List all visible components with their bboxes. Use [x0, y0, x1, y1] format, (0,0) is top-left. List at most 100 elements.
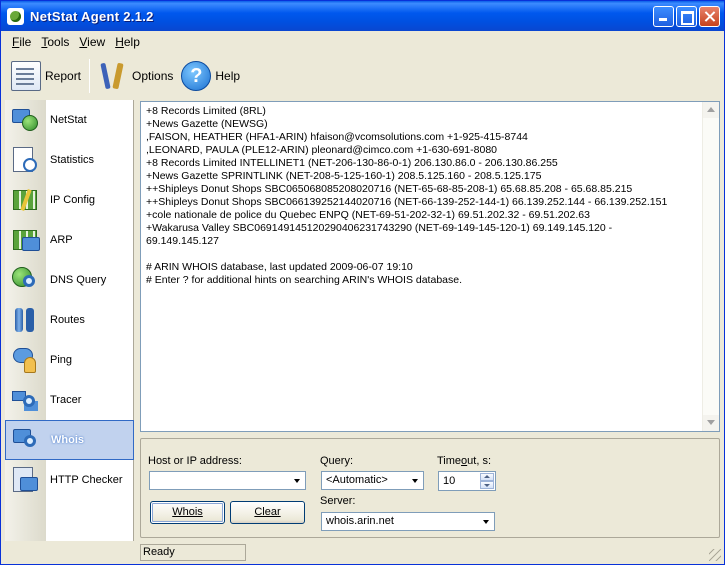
output-line: +News Gazette (NEWSG): [146, 118, 268, 130]
output-line: ++Shipleys Donut Shops SBC06506808520802…: [146, 183, 633, 195]
host-dropdown-icon[interactable]: [289, 472, 305, 489]
sidebar-item-ip-config[interactable]: IP Config: [5, 180, 134, 220]
server-select[interactable]: whois.arin.net: [321, 512, 495, 531]
close-button[interactable]: [699, 6, 720, 27]
statistics-icon: [10, 145, 40, 175]
options-label: Options: [132, 69, 174, 83]
options-button[interactable]: Options: [94, 57, 177, 95]
timeout-stepper-buttons: [480, 473, 494, 489]
sidebar: NetStat Statistics IP Config ARP DNS Que…: [5, 100, 134, 541]
output-line: +cole nationale de police du Quebec ENPQ…: [146, 209, 590, 221]
sidebar-item-statistics[interactable]: Statistics: [5, 140, 134, 180]
sidebar-item-ping[interactable]: Ping: [5, 340, 134, 380]
sidebar-item-whois[interactable]: Whois: [5, 420, 134, 460]
http-checker-icon: [10, 465, 40, 495]
status-bar: Ready: [140, 544, 246, 561]
app-icon: [7, 7, 24, 25]
spin-up-icon[interactable]: [480, 473, 494, 481]
output-line: +Wakarusa Valley SBC06914914512029040623…: [146, 222, 613, 234]
menu-view[interactable]: View: [74, 33, 110, 51]
ping-icon: [10, 345, 40, 375]
menu-bar: File Tools View Help: [1, 32, 724, 52]
output-line: +8 Records Limited INTELLINET1 (NET-206-…: [146, 157, 558, 169]
minimize-button[interactable]: [653, 6, 674, 27]
report-button[interactable]: Report: [7, 57, 85, 95]
clear-button-label: Clear: [254, 506, 281, 518]
scroll-up-arrow-icon[interactable]: [703, 102, 719, 118]
sidebar-item-routes[interactable]: Routes: [5, 300, 134, 340]
menu-tools-label: ools: [47, 35, 70, 49]
toolbar: Report Options ? Help: [1, 55, 724, 97]
sidebar-item-http-checker[interactable]: HTTP Checker: [5, 460, 134, 500]
menu-help-mnemonic: H: [115, 35, 124, 49]
help-label: Help: [215, 69, 241, 83]
timeout-label-part: Time: [437, 455, 462, 467]
host-label: Host or IP address:: [148, 455, 242, 467]
server-dropdown-icon[interactable]: [478, 513, 494, 530]
sidebar-item-label: Whois: [51, 434, 84, 446]
tracer-icon: [10, 385, 40, 415]
output-scrollbar[interactable]: [702, 102, 719, 431]
sidebar-item-label: NetStat: [50, 114, 87, 126]
sidebar-item-label: ARP: [50, 234, 73, 246]
app-window: NetStat Agent 2.1.2 File Tools View Help…: [0, 0, 725, 565]
maximize-button[interactable]: [676, 6, 697, 27]
netstat-icon: [10, 105, 40, 135]
scroll-down-arrow-icon[interactable]: [703, 415, 719, 431]
menu-view-mnemonic: V: [79, 35, 88, 49]
sidebar-item-label: IP Config: [50, 194, 96, 206]
timeout-stepper[interactable]: 10: [438, 471, 496, 491]
output-line: 69.149.145.127: [146, 235, 219, 247]
whois-output[interactable]: +8 Records Limited (8RL) +News Gazette (N…: [140, 101, 720, 432]
dns-query-icon: [10, 265, 40, 295]
timeout-value: 10: [443, 475, 456, 487]
query-label: Query:: [320, 455, 354, 467]
report-label: Report: [45, 69, 82, 83]
output-line: # ARIN WHOIS database, last updated 2009…: [146, 261, 413, 273]
output-line: +News Gazette SPRINTLINK (NET-208-5-125-…: [146, 170, 542, 182]
output-line: ,FAISON, HEATHER (HFA1-ARIN) hfaison@vco…: [146, 131, 528, 143]
sidebar-item-arp[interactable]: ARP: [5, 220, 134, 260]
menu-view-label: iew: [87, 35, 106, 49]
sidebar-item-label: Routes: [50, 314, 85, 326]
sidebar-item-label: Statistics: [50, 154, 95, 166]
toolbar-separator: [89, 59, 91, 93]
resize-grip-icon[interactable]: [709, 549, 721, 561]
timeout-label: Timeout, s:: [437, 455, 491, 467]
sidebar-item-label: Tracer: [50, 394, 82, 406]
timeout-label-part: ut, s:: [467, 455, 492, 467]
sidebar-item-tracer[interactable]: Tracer: [5, 380, 134, 420]
server-label: Server:: [320, 495, 356, 507]
spin-down-icon[interactable]: [480, 481, 494, 489]
title-bar[interactable]: NetStat Agent 2.1.2: [1, 1, 724, 31]
output-line: ++Shipleys Donut Shops SBC06613925214402…: [146, 196, 668, 208]
tools-icon: [98, 61, 128, 91]
sidebar-item-dns-query[interactable]: DNS Query: [5, 260, 134, 300]
query-select[interactable]: <Automatic>: [321, 471, 424, 490]
routes-icon: [10, 305, 40, 335]
output-line: # Enter ? for additional hints on search…: [146, 274, 463, 286]
query-select-value: <Automatic>: [326, 474, 388, 486]
ip-config-icon: [10, 185, 40, 215]
host-input[interactable]: [149, 471, 306, 490]
menu-tools[interactable]: Tools: [36, 33, 74, 51]
sidebar-item-label: Ping: [50, 354, 73, 366]
menu-file[interactable]: File: [7, 33, 36, 51]
window-controls: [653, 6, 720, 27]
whois-icon: [11, 425, 41, 455]
sidebar-item-label: HTTP Checker: [50, 474, 123, 486]
arp-icon: [10, 225, 40, 255]
window-title: NetStat Agent 2.1.2: [30, 8, 154, 24]
output-text: +8 Records Limited (8RL) +News Gazette (N…: [146, 105, 696, 287]
server-select-value: whois.arin.net: [326, 515, 394, 527]
menu-file-label: ile: [19, 35, 32, 49]
query-dropdown-icon[interactable]: [407, 472, 423, 489]
menu-help[interactable]: Help: [110, 33, 145, 51]
help-button[interactable]: ? Help: [177, 57, 244, 95]
whois-button[interactable]: Whois: [150, 501, 225, 524]
sidebar-item-netstat[interactable]: NetStat: [5, 100, 134, 140]
whois-button-label: Whois: [172, 506, 203, 518]
output-line: ,LEONARD, PAULA (PLE12-ARIN) pleonard@ci…: [146, 144, 497, 156]
clear-button[interactable]: Clear: [230, 501, 305, 524]
